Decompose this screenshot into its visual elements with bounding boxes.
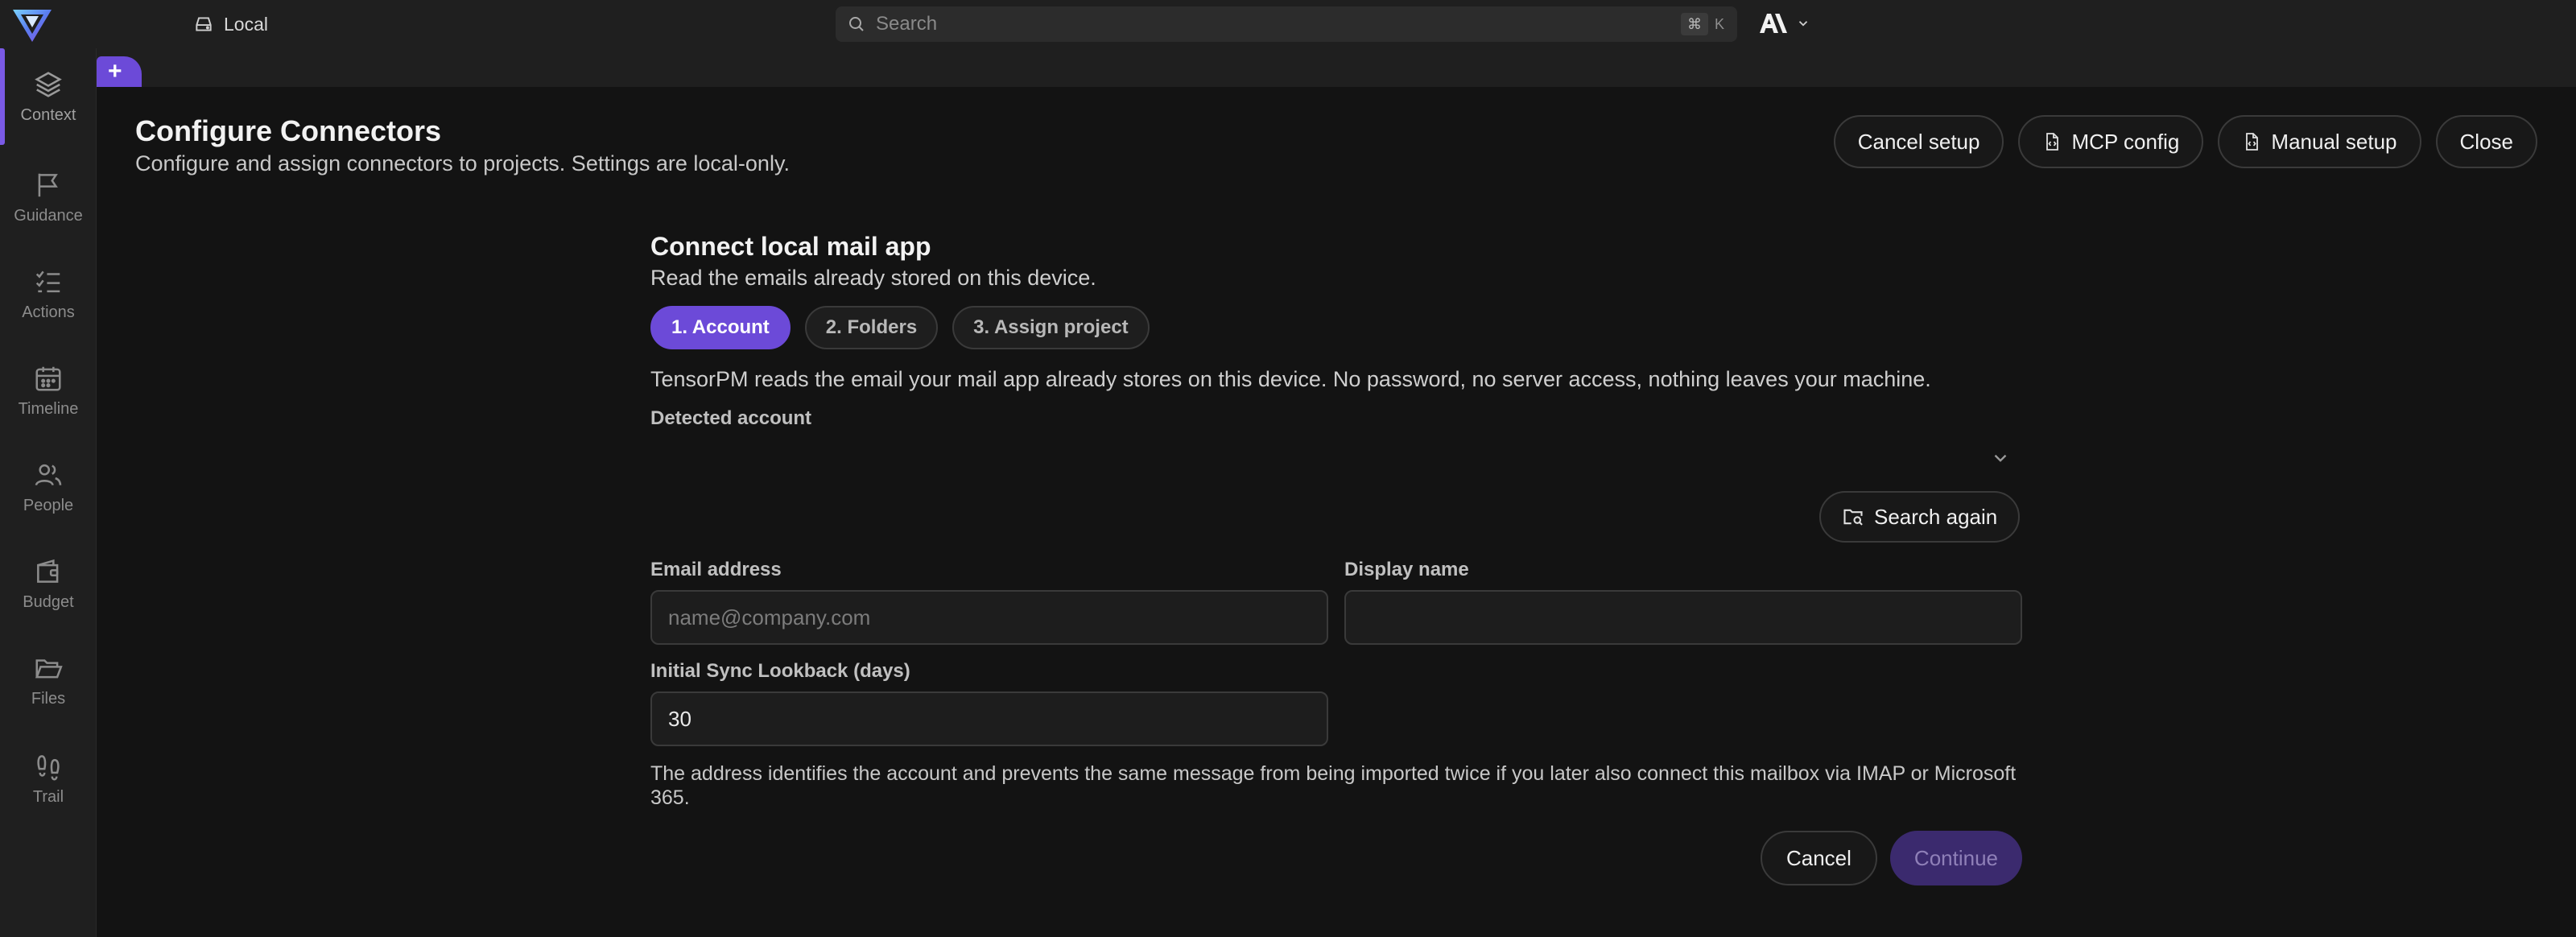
sidebar-item-label: Budget (23, 592, 74, 611)
folder-open-icon (35, 658, 63, 678)
email-address-label: Email address (650, 559, 782, 580)
sidebar-item-label: Context (20, 105, 76, 124)
sidebar-item-actions[interactable]: Actions (0, 250, 97, 338)
sidebar-item-label: Guidance (14, 206, 83, 225)
mcp-config-label: MCP config (2071, 129, 2180, 154)
page-subtitle: Configure and assign connectors to proje… (135, 151, 790, 175)
anthropic-logo-icon (1760, 14, 1787, 33)
search-icon (849, 17, 864, 31)
shortcut-mod: ⌘ (1680, 13, 1708, 35)
app-logo-icon[interactable] (11, 5, 53, 45)
folder-search-icon (1843, 509, 1863, 526)
page-title: Configure Connectors (135, 114, 442, 147)
tab-strip: + (97, 48, 2576, 87)
sidebar-item-timeline[interactable]: Timeline (0, 346, 97, 435)
sidebar-item-files[interactable]: Files (0, 636, 97, 724)
cancel-setup-button[interactable]: Cancel setup (1833, 115, 2004, 168)
file-code-icon (2046, 133, 2059, 151)
close-button[interactable]: Close (2435, 115, 2537, 168)
display-name-input[interactable] (1362, 605, 2004, 630)
sidebar-item-people[interactable]: People (0, 443, 97, 531)
sidebar-item-context[interactable]: Context (0, 48, 97, 145)
search-again-label: Search again (1874, 504, 1998, 529)
wizard-steps: 1. Account 2. Folders 3. Assign project (650, 306, 1150, 349)
chevron-down-icon (1798, 21, 1808, 27)
people-icon (35, 464, 62, 485)
lookback-field[interactable]: 30 (650, 691, 1328, 746)
chevron-down-icon[interactable] (1990, 448, 2011, 468)
wizard-title: Connect local mail app (650, 232, 931, 261)
detected-account-label: Detected account (650, 407, 812, 429)
global-search[interactable]: Search ⌘ K (836, 6, 1737, 42)
step-account[interactable]: 1. Account (650, 306, 791, 349)
account-menu[interactable] (1757, 11, 1810, 35)
search-again-button[interactable]: Search again (1819, 491, 2021, 543)
checklist-icon (35, 270, 60, 292)
wallet-icon (37, 559, 59, 583)
sidebar-item-budget[interactable]: Budget (0, 539, 97, 628)
email-input[interactable] (668, 605, 1311, 630)
email-field[interactable] (650, 590, 1328, 645)
layers-icon (35, 71, 62, 97)
mcp-config-button[interactable]: MCP config (2018, 115, 2204, 168)
wizard-footer: Cancel Continue (1760, 831, 2022, 885)
lookback-label: Initial Sync Lookback (days) (650, 660, 910, 682)
lookback-value: 30 (668, 706, 691, 731)
header-actions: Cancel setup MCP config Manual setup Clo… (1833, 115, 2537, 168)
display-name-label: Display name (1344, 559, 1469, 580)
drive-icon (196, 17, 212, 31)
search-shortcut: ⌘ K (1680, 13, 1726, 35)
wizard-subtitle: Read the emails already stored on this d… (650, 266, 1096, 290)
sidebar-item-label: Actions (22, 303, 75, 321)
workspace-selector[interactable]: Local (193, 11, 268, 37)
add-tab-button[interactable]: + (97, 56, 142, 87)
help-text: The address identifies the account and p… (650, 762, 2017, 809)
sidebar-item-label: Timeline (18, 399, 79, 418)
close-label: Close (2459, 129, 2513, 154)
shortcut-key: K (1714, 16, 1724, 32)
sidebar-item-label: People (23, 496, 74, 514)
workspace-label: Local (224, 13, 268, 35)
continue-button[interactable]: Continue (1889, 831, 2022, 885)
sidebar: Context Guidance Actions Timeline People (0, 48, 97, 937)
display-name-field[interactable] (1344, 590, 2022, 645)
file-code-icon (2246, 133, 2259, 151)
cancel-button[interactable]: Cancel (1760, 831, 1877, 885)
wizard-intro: TensorPM reads the email your mail app a… (650, 367, 1931, 391)
step-folders[interactable]: 2. Folders (804, 306, 939, 349)
manual-setup-label: Manual setup (2271, 129, 2397, 154)
top-bar: Local Search ⌘ K (0, 0, 2576, 48)
manual-setup-button[interactable]: Manual setup (2218, 115, 2421, 168)
footprints-icon (37, 754, 60, 780)
search-placeholder: Search (876, 13, 938, 35)
cancel-setup-label: Cancel setup (1857, 129, 1980, 154)
sidebar-item-trail[interactable]: Trail (0, 734, 97, 823)
calendar-icon (35, 366, 61, 391)
sidebar-item-label: Trail (32, 787, 64, 806)
flag-icon (38, 173, 58, 196)
sidebar-item-label: Files (31, 689, 66, 708)
sidebar-item-guidance[interactable]: Guidance (0, 153, 97, 241)
step-assign-project[interactable]: 3. Assign project (952, 306, 1150, 349)
